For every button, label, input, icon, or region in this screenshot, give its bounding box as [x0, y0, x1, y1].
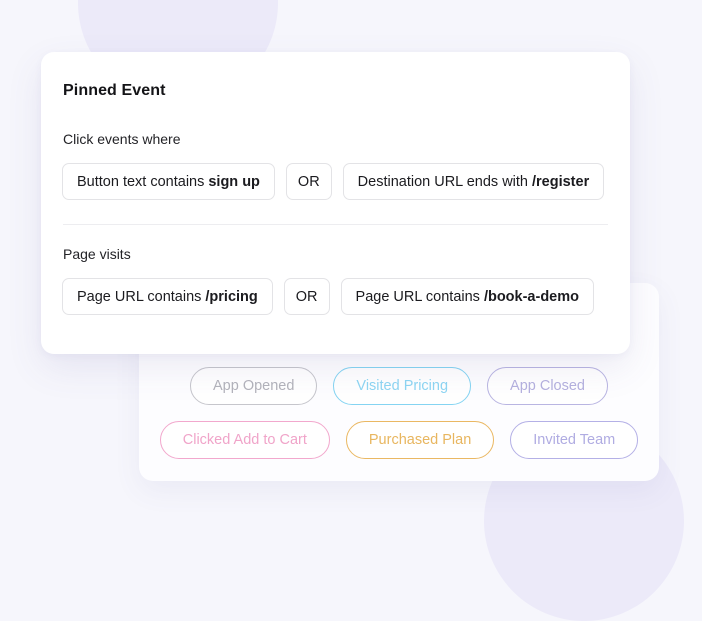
- event-chip-clicked-add-to-cart[interactable]: Clicked Add to Cart: [159, 421, 330, 459]
- condition-prefix: Destination URL ends with: [357, 173, 528, 190]
- event-chip-label: Visited Pricing: [356, 378, 449, 394]
- condition-pill-button-text[interactable]: Button text contains sign up: [62, 163, 275, 200]
- condition-value: /pricing: [205, 288, 258, 305]
- section-divider: [63, 224, 608, 225]
- condition-prefix: Page URL contains: [77, 288, 202, 305]
- section-label-click-events: Click events where: [63, 131, 181, 147]
- condition-row-page-visits: Page URL contains /pricing OR Page URL c…: [62, 278, 609, 315]
- condition-row-click-events: Button text contains sign up OR Destinat…: [62, 163, 609, 200]
- condition-pill-page-url-pricing[interactable]: Page URL contains /pricing: [62, 278, 273, 315]
- event-chip-app-opened[interactable]: App Opened: [189, 367, 318, 405]
- pinned-event-card: Pinned Event Click events where Button t…: [41, 52, 630, 354]
- condition-value: sign up: [208, 173, 260, 190]
- page-title: Pinned Event: [63, 82, 166, 99]
- event-chip-purchased-plan[interactable]: Purchased Plan: [345, 421, 495, 459]
- event-chip-label: Invited Team: [533, 432, 616, 448]
- event-chip-visited-pricing[interactable]: Visited Pricing: [333, 367, 472, 405]
- condition-prefix: Button text contains: [77, 173, 205, 190]
- event-chip-label: Purchased Plan: [368, 432, 472, 448]
- event-chip-invited-team[interactable]: Invited Team: [510, 421, 639, 459]
- condition-prefix: Page URL contains: [355, 288, 480, 305]
- event-chip-label: Clicked Add to Cart: [182, 432, 307, 448]
- event-chips-container: App Opened Visited Pricing App Closed Cl…: [139, 367, 659, 459]
- event-chip-row: App Opened Visited Pricing App Closed: [189, 367, 608, 405]
- event-chip-row: Clicked Add to Cart Purchased Plan Invit…: [159, 421, 639, 459]
- event-chip-app-closed[interactable]: App Closed: [487, 367, 608, 405]
- section-label-page-visits: Page visits: [63, 246, 131, 262]
- event-chip-label: App Opened: [212, 378, 295, 394]
- condition-pill-page-url-book-a-demo[interactable]: Page URL contains /book-a-demo: [340, 278, 594, 315]
- condition-value: /register: [532, 173, 590, 190]
- operator-or-click-events[interactable]: OR: [285, 163, 332, 200]
- operator-or-page-visits[interactable]: OR: [283, 278, 330, 315]
- condition-pill-destination-url[interactable]: Destination URL ends with /register: [342, 163, 605, 200]
- condition-value: /book-a-demo: [483, 288, 579, 305]
- event-chip-label: App Closed: [510, 378, 585, 394]
